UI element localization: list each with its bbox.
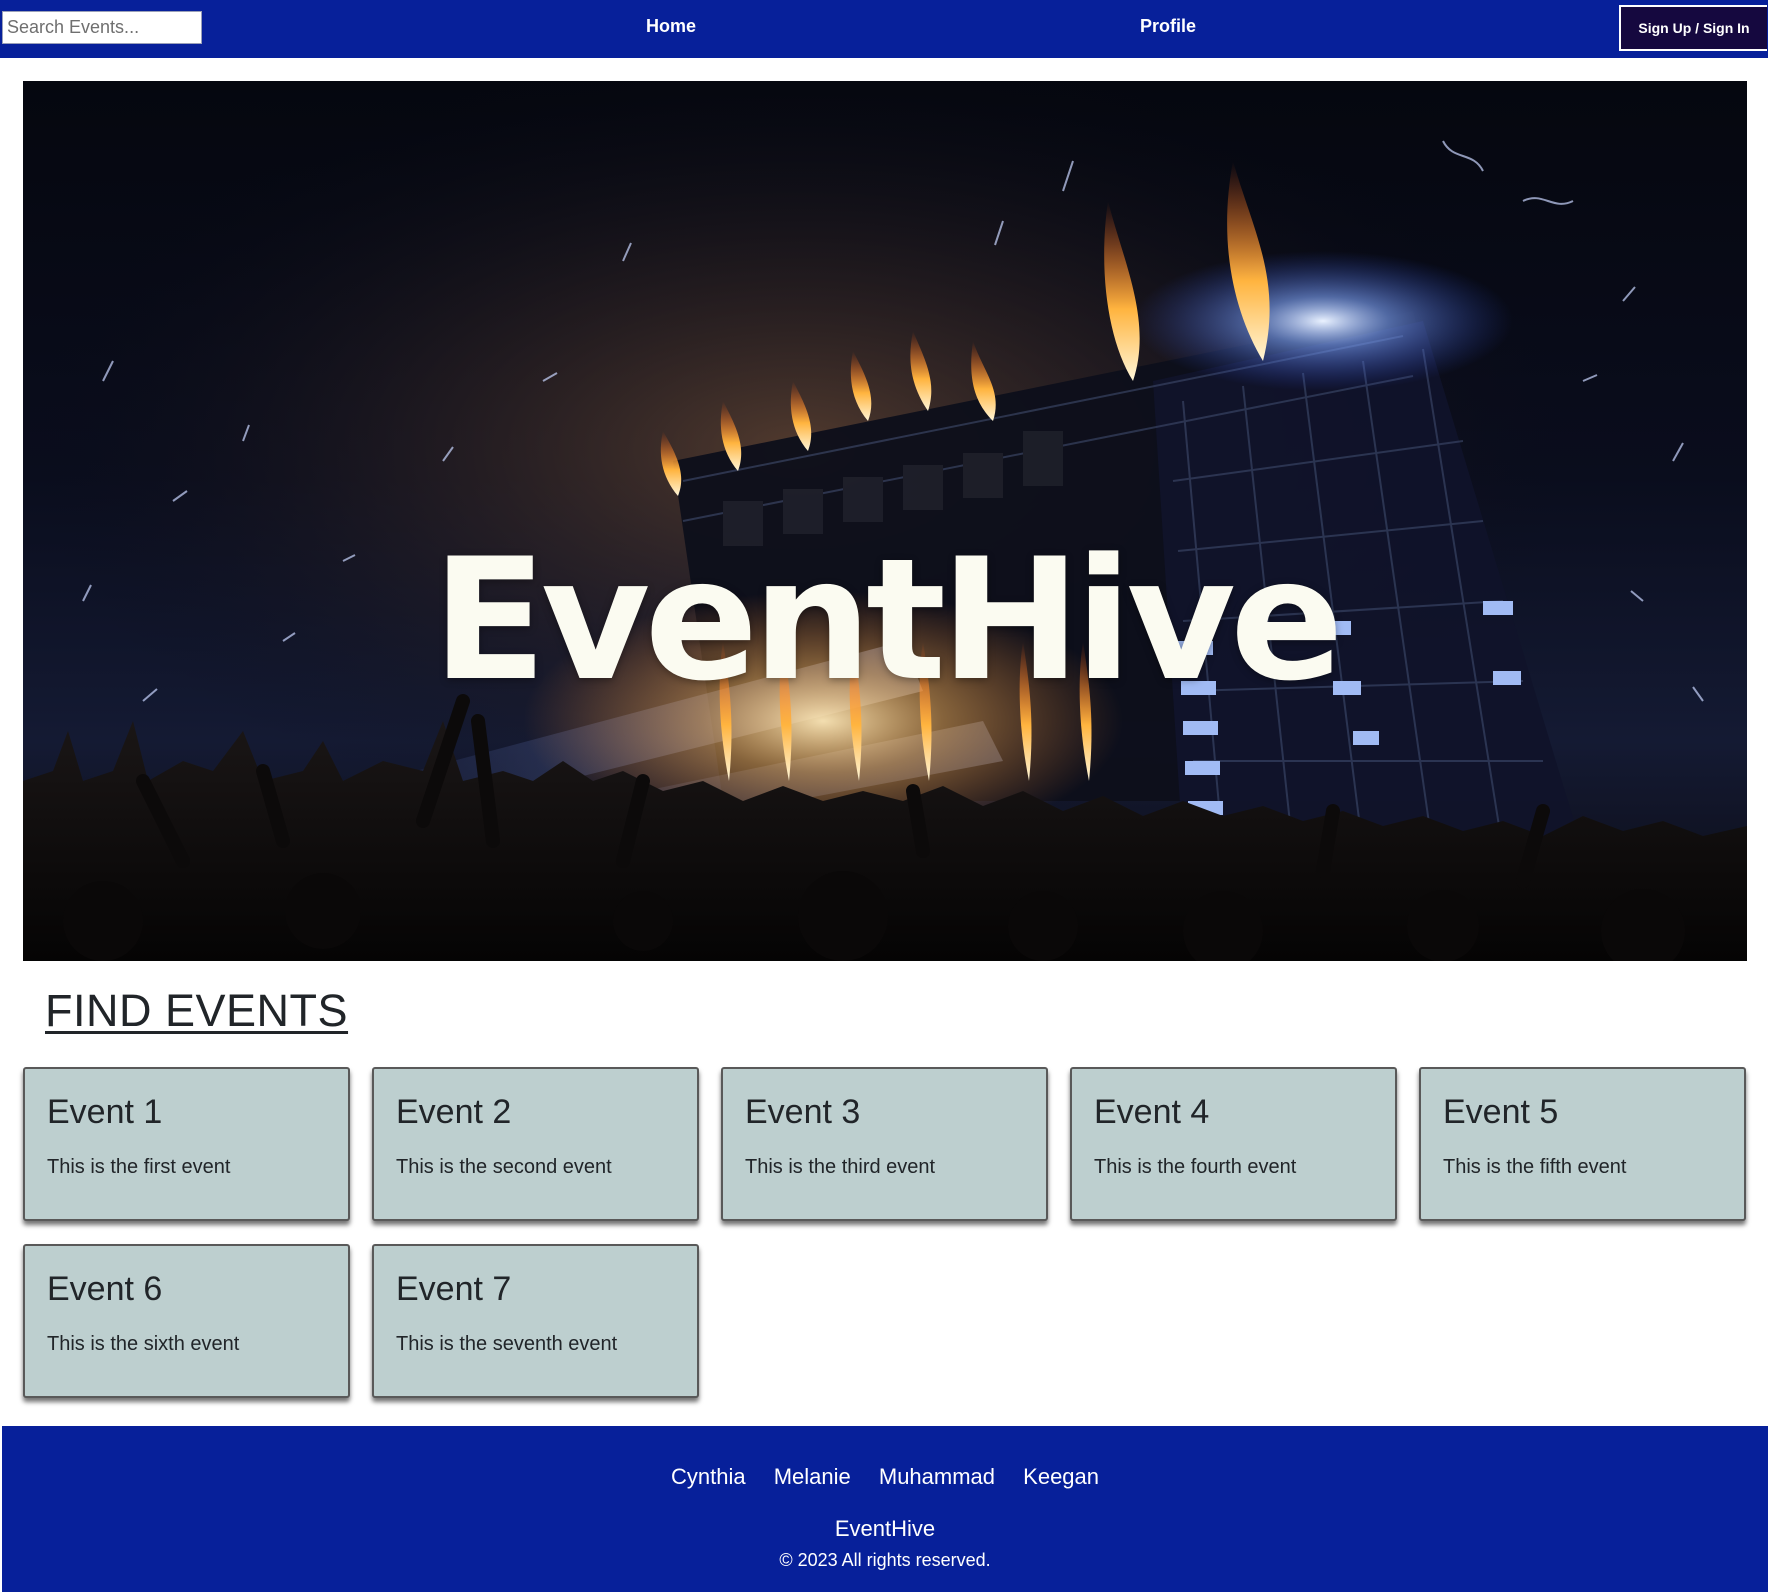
- hero-title: EventHive: [432, 522, 1344, 718]
- event-card[interactable]: Event 6 This is the sixth event: [23, 1244, 350, 1398]
- event-card-title: Event 3: [745, 1093, 861, 1131]
- event-card-title: Event 2: [396, 1093, 512, 1131]
- event-card-description: This is the second event: [396, 1156, 612, 1178]
- event-card[interactable]: Event 2 This is the second event: [372, 1067, 699, 1221]
- event-card[interactable]: Event 7 This is the seventh event: [372, 1244, 699, 1398]
- footer-brand: EventHive: [834, 1516, 936, 1541]
- nav-home-link[interactable]: Home: [646, 16, 696, 37]
- event-card-description: This is the sixth event: [47, 1333, 240, 1355]
- footer-team-links: Cynthia Melanie Muhammad Keegan: [2, 1464, 1768, 1490]
- hero-image: [23, 81, 1747, 961]
- footer-name-link[interactable]: Keegan: [1023, 1464, 1099, 1490]
- event-card[interactable]: Event 3 This is the third event: [721, 1067, 1048, 1221]
- event-card-title: Event 7: [396, 1270, 512, 1308]
- event-card-description: This is the first event: [47, 1156, 231, 1178]
- footer-name-link[interactable]: Melanie: [774, 1464, 851, 1490]
- find-events-heading: FIND EVENTS: [45, 985, 349, 1036]
- footer: Cynthia Melanie Muhammad Keegan EventHiv…: [2, 1426, 1768, 1592]
- event-card[interactable]: Event 4 This is the fourth event: [1070, 1067, 1397, 1221]
- footer-name-link[interactable]: Muhammad: [879, 1464, 995, 1490]
- page: Home Profile Sign Up / Sign In: [0, 0, 1768, 1592]
- top-navbar: Home Profile Sign Up / Sign In: [0, 0, 1768, 58]
- nav-profile-link[interactable]: Profile: [1140, 16, 1196, 37]
- event-card[interactable]: Event 5 This is the fifth event: [1419, 1067, 1746, 1221]
- footer-name-link[interactable]: Cynthia: [671, 1464, 746, 1490]
- event-card-description: This is the third event: [745, 1156, 936, 1178]
- event-card[interactable]: Event 1 This is the first event: [23, 1067, 350, 1221]
- event-card-title: Event 1: [47, 1093, 163, 1131]
- event-card-description: This is the fourth event: [1094, 1156, 1297, 1178]
- event-card-title: Event 4: [1094, 1093, 1210, 1131]
- event-card-description: This is the fifth event: [1443, 1156, 1627, 1178]
- event-card-title: Event 6: [47, 1270, 163, 1308]
- event-card-description: This is the seventh event: [396, 1333, 618, 1355]
- footer-copyright: © 2023 All rights reserved.: [779, 1550, 991, 1570]
- search-input[interactable]: [2, 11, 202, 44]
- event-card-title: Event 5: [1443, 1093, 1559, 1131]
- hero-banner: EventHive: [23, 81, 1747, 961]
- signup-signin-button[interactable]: Sign Up / Sign In: [1619, 5, 1767, 51]
